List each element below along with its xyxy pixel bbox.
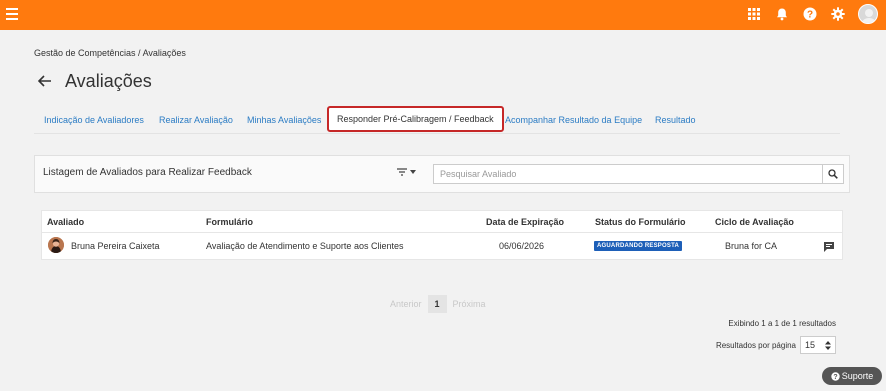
user-avatar[interactable] (858, 4, 878, 24)
header-data-expiracao: Data de Expiração (486, 217, 565, 227)
pagination-next[interactable]: Próxima (453, 299, 486, 309)
search-icon (828, 169, 838, 179)
caret-down-icon (410, 170, 416, 174)
header-avaliado: Avaliado (47, 217, 85, 227)
hamburger-menu-icon[interactable] (6, 8, 18, 20)
apps-grid-icon[interactable] (746, 6, 762, 22)
back-arrow-icon[interactable] (37, 74, 52, 92)
expiration-date: 06/06/2026 (499, 241, 545, 251)
pagination: Anterior 1 Próxima (390, 295, 486, 313)
pagination-previous[interactable]: Anterior (390, 299, 422, 309)
feedback-chat-icon[interactable] (823, 240, 835, 252)
filter-icon (397, 168, 407, 176)
status-badge: AGUARDANDO RESPOSTA (594, 241, 683, 251)
tab-bar: Indicação de Avaliadores Realizar Avalia… (34, 104, 840, 134)
svg-text:?: ? (833, 374, 837, 381)
avaliados-table: Avaliado Formulário Data de Expiração St… (41, 210, 843, 260)
list-panel: Listagem de Avaliados para Realizar Feed… (34, 155, 850, 193)
tab-resultado[interactable]: Resultado (655, 110, 696, 130)
per-page-value: 15 (805, 340, 816, 350)
search-button[interactable] (822, 164, 844, 184)
help-icon[interactable]: ? (802, 6, 818, 22)
support-button[interactable]: ? Suporte (822, 367, 882, 385)
filter-button[interactable] (397, 168, 416, 176)
tab-minhas-avaliacoes[interactable]: Minhas Avaliações (247, 110, 321, 130)
header-divider (42, 232, 842, 233)
page-title: Avaliações (65, 71, 152, 91)
gear-icon[interactable] (830, 6, 846, 22)
tab-indicacao-avaliadores[interactable]: Indicação de Avaliadores (44, 110, 144, 130)
tab-realizar-avaliacao[interactable]: Realizar Avaliação (159, 110, 233, 130)
sort-arrows-icon (825, 340, 831, 350)
ciclo-name: Bruna for CA (725, 241, 778, 251)
panel-title: Listagem de Avaliados para Realizar Feed… (43, 167, 252, 178)
avaliado-avatar (48, 237, 64, 253)
svg-text:?: ? (807, 10, 813, 21)
search-input[interactable] (433, 164, 823, 184)
formulario-name: Avaliação de Atendimento e Suporte aos C… (206, 241, 404, 251)
breadcrumb[interactable]: Gestão de Competências / Avaliações (34, 48, 186, 58)
bell-icon[interactable] (774, 6, 790, 22)
tab-responder-pre-calibragem[interactable]: Responder Pré-Calibragem / Feedback (327, 106, 504, 132)
support-label: Suporte (841, 371, 874, 381)
header-formulario: Formulário (206, 217, 254, 227)
header-ciclo: Ciclo de Avaliação (715, 217, 794, 227)
per-page-control: Resultados por página 15 (716, 336, 836, 354)
per-page-select[interactable]: 15 (800, 336, 836, 354)
per-page-label: Resultados por página (715, 340, 796, 350)
header-status: Status do Formulário (595, 217, 686, 227)
tab-acompanhar-resultado[interactable]: Acompanhar Resultado da Equipe (505, 110, 642, 130)
avaliado-name: Bruna Pereira Caixeta (71, 241, 160, 251)
results-info: Exibindo 1 a 1 de 1 resultados (728, 319, 836, 328)
help-circle-icon: ? (831, 371, 840, 381)
pagination-current-page[interactable]: 1 (427, 295, 447, 313)
top-bar: ? (0, 0, 886, 30)
